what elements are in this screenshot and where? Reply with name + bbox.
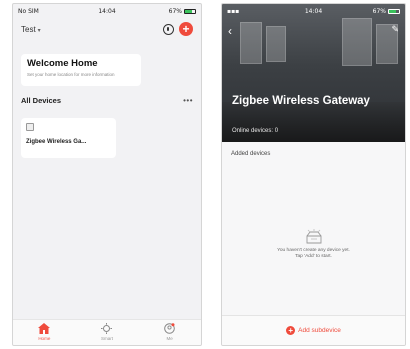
add-subdevice-label: Add subdevice xyxy=(298,327,341,334)
home-screen: No SIM 14:04 67% Test ▾ + Welcome Home Se… xyxy=(12,3,202,346)
gateway-hero-image: ▪▪▪ 14:04 67% ‹ ✎ Zigbee Wireless Gatewa… xyxy=(222,4,405,142)
empty-message: You haven't create any device yet. xyxy=(277,248,350,253)
welcome-card[interactable]: Welcome Home Set your home location for … xyxy=(21,54,141,86)
add-device-button[interactable]: + xyxy=(179,22,193,36)
empty-box-icon xyxy=(305,229,323,245)
status-bar: No SIM 14:04 67% xyxy=(13,4,201,18)
tab-me[interactable]: Me xyxy=(150,323,190,341)
edit-icon[interactable]: ✎ xyxy=(391,24,399,35)
smart-icon xyxy=(101,323,113,334)
device-card[interactable]: Zigbee Wireless Ga... xyxy=(21,118,116,158)
battery-icon xyxy=(388,8,400,14)
gateway-detail-screen: ▪▪▪ 14:04 67% ‹ ✎ Zigbee Wireless Gatewa… xyxy=(221,3,406,346)
bottom-tab-bar: Home Smart Me xyxy=(13,319,201,345)
chevron-down-icon: ▾ xyxy=(37,27,41,34)
battery-label: 67% xyxy=(168,7,182,15)
home-header: Test ▾ + xyxy=(21,21,193,37)
me-icon xyxy=(164,323,176,334)
tab-me-label: Me xyxy=(166,336,173,341)
devices-header: All Devices ••• xyxy=(21,94,193,106)
battery-label: 67% xyxy=(372,7,386,15)
voice-icon[interactable] xyxy=(163,23,174,35)
empty-hint: Tap 'Add' to start. xyxy=(295,254,332,259)
gateway-icon xyxy=(26,123,34,131)
tab-smart[interactable]: Smart xyxy=(87,323,127,341)
signal-icon: ▪▪▪ xyxy=(227,7,240,15)
status-bar: ▪▪▪ 14:04 67% xyxy=(222,4,405,18)
device-name: Zigbee Wireless Ga... xyxy=(26,139,87,145)
add-subdevice-button[interactable]: + Add subdevice xyxy=(222,315,405,345)
clock: 14:04 xyxy=(98,7,116,15)
plus-circle-icon: + xyxy=(286,326,296,335)
clock: 14:04 xyxy=(304,7,323,15)
tab-smart-label: Smart xyxy=(100,336,113,341)
welcome-title: Welcome Home xyxy=(27,58,98,69)
back-icon[interactable]: ‹ xyxy=(228,24,232,38)
gateway-title: Zigbee Wireless Gateway xyxy=(232,95,370,107)
battery-indicator: 67% xyxy=(373,8,400,15)
tab-home[interactable]: Home xyxy=(24,323,64,341)
welcome-subtitle: Set your home location for more informat… xyxy=(27,72,115,77)
added-devices-label: Added devices xyxy=(231,151,271,157)
home-selector[interactable]: Test ▾ xyxy=(21,25,41,34)
home-name-label: Test xyxy=(21,24,36,34)
empty-state: You haven't create any device yet. Tap '… xyxy=(222,229,405,259)
tab-home-label: Home xyxy=(38,336,51,341)
more-icon[interactable]: ••• xyxy=(183,96,193,105)
devices-tab-title[interactable]: All Devices xyxy=(21,96,61,105)
home-icon xyxy=(38,323,51,334)
battery-indicator: 67% xyxy=(169,8,196,15)
online-devices-count: Online devices: 0 xyxy=(232,128,279,134)
carrier-label: No SIM xyxy=(18,7,39,15)
header-actions: + xyxy=(163,22,193,36)
battery-icon xyxy=(184,8,196,14)
